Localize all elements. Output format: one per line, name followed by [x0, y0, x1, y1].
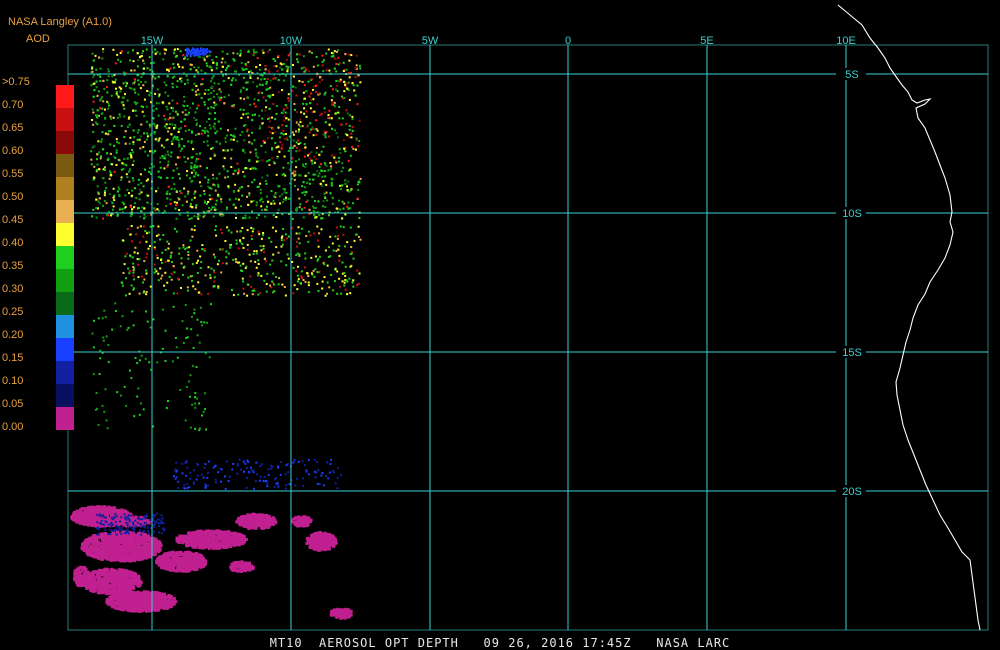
legend-label: 0.00	[2, 421, 24, 433]
legend-row: 0.00	[0, 421, 80, 446]
legend-label: >0.75	[2, 76, 30, 88]
legend-row: >0.75	[0, 76, 80, 108]
legend-label: 0.15	[2, 352, 24, 364]
latitude-label: 15S	[842, 347, 862, 359]
legend-row: 0.30	[0, 283, 80, 315]
legend-row: 0.20	[0, 329, 80, 361]
product-label: AOD	[26, 33, 50, 45]
legend-row: 0.40	[0, 237, 80, 269]
legend-label: 0.05	[2, 398, 24, 410]
aod-legend: >0.75 0.70 0.65 0.60 0.55 0.50 0.45 0.40 0.35 0.3…	[0, 76, 80, 438]
legend-label: 0.25	[2, 306, 24, 318]
legend-label: 0.65	[2, 122, 24, 134]
legend-label: 0.20	[2, 329, 24, 341]
legend-row: 0.05	[0, 398, 80, 430]
legend-label: 0.70	[2, 99, 24, 111]
latitude-label: 20S	[842, 486, 862, 498]
legend-label: 0.50	[2, 191, 24, 203]
legend-row: 0.15	[0, 352, 80, 384]
legend-row: 0.60	[0, 145, 80, 177]
legend-row: 0.65	[0, 122, 80, 154]
legend-row: 0.45	[0, 214, 80, 246]
source-title: NASA Langley (A1.0)	[8, 16, 112, 28]
legend-row: 0.70	[0, 99, 80, 131]
map-canvas: 15W 10W 5W 0 5E 10E5S10S15S20S	[0, 0, 1000, 650]
legend-label: 0.10	[2, 375, 24, 387]
legend-label: 0.45	[2, 214, 24, 226]
legend-row: 0.55	[0, 168, 80, 200]
legend-label: 0.60	[2, 145, 24, 157]
legend-row: 0.10	[0, 375, 80, 407]
legend-row: 0.50	[0, 191, 80, 223]
latitude-label: 10S	[842, 208, 862, 220]
footer-caption: MT10 AEROSOL OPT DEPTH 09 26, 2016 17:45…	[269, 636, 731, 650]
legend-row: 0.35	[0, 260, 80, 292]
latitude-label: 5S	[845, 69, 858, 81]
legend-row: 0.25	[0, 306, 80, 338]
legend-label: 0.55	[2, 168, 24, 180]
legend-label: 0.40	[2, 237, 24, 249]
legend-label: 0.30	[2, 283, 24, 295]
legend-label: 0.35	[2, 260, 24, 272]
